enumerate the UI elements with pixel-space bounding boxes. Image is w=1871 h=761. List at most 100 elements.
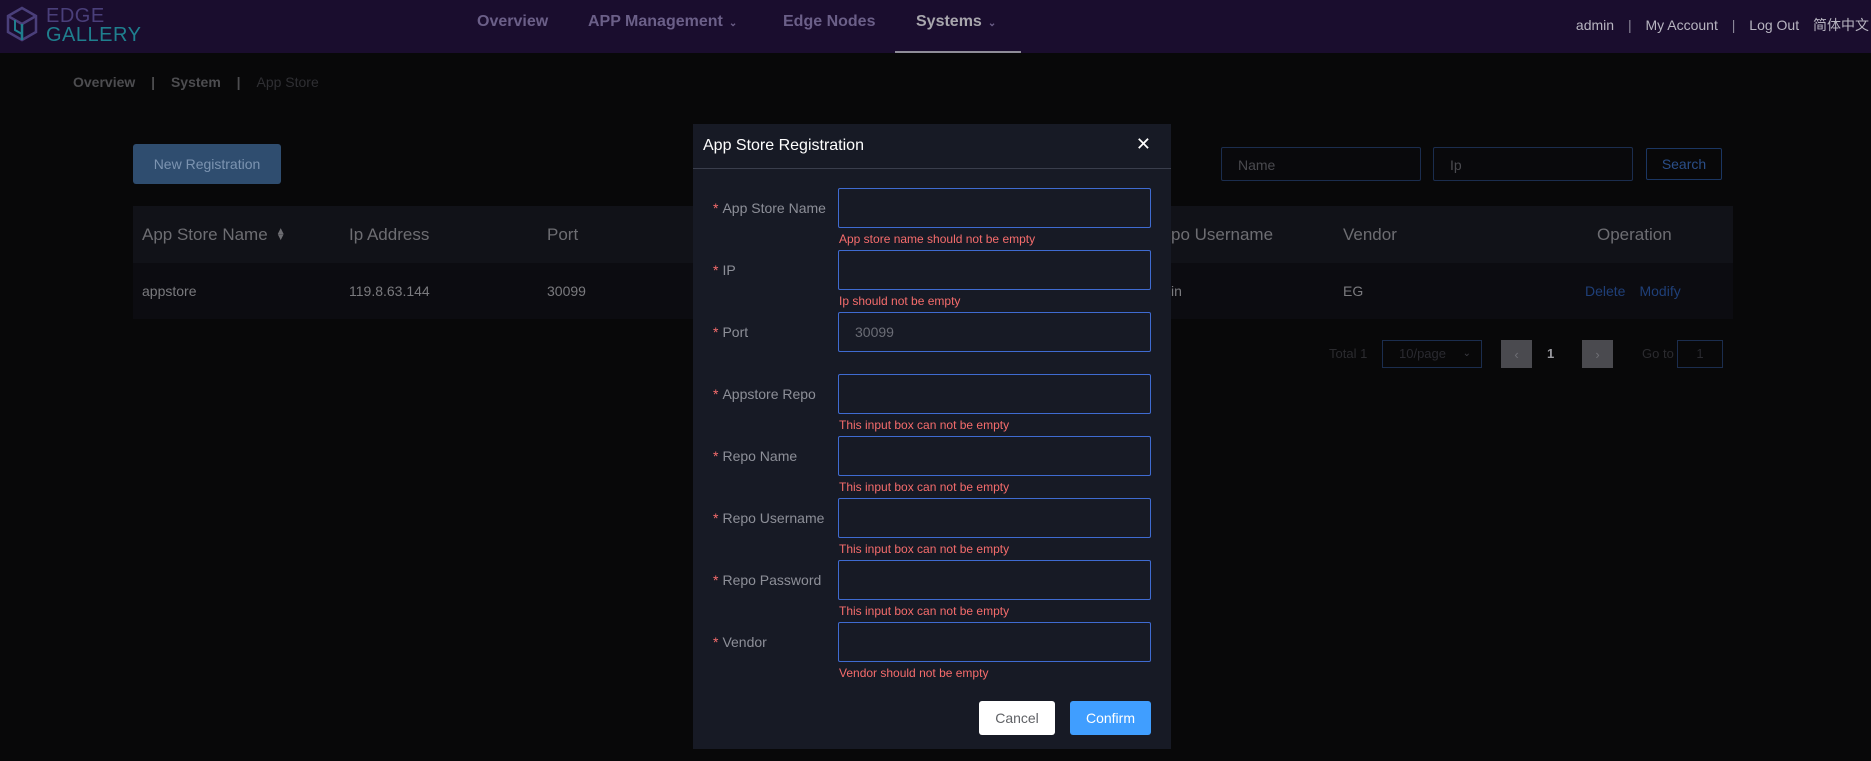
required-marker: *	[713, 634, 719, 650]
cell-vendor: EG	[1343, 283, 1364, 299]
delete-link[interactable]: Delete	[1585, 283, 1625, 299]
repo-name-label: * Repo Name	[713, 448, 797, 464]
vendor-label: * Vendor	[713, 634, 767, 650]
field-label-text: IP	[722, 262, 736, 278]
column-header-port: Port	[547, 224, 579, 244]
breadcrumb-overview[interactable]: Overview	[73, 74, 135, 90]
prev-page-button[interactable]: ‹	[1501, 340, 1532, 368]
required-marker: *	[713, 572, 719, 588]
breadcrumb-system[interactable]: System	[171, 74, 221, 90]
search-button[interactable]: Search	[1646, 148, 1722, 180]
dialog-header: App Store Registration ✕	[693, 124, 1171, 169]
language-switch[interactable]: 简体中文	[1813, 0, 1869, 50]
column-header-repo-username: po Username	[1171, 224, 1274, 244]
nav-app-management[interactable]: APP Management ⌄	[588, 0, 737, 53]
goto-page-input[interactable]: 1	[1677, 340, 1723, 368]
column-header-app-store-name[interactable]: App Store Name ▲ ▼	[142, 206, 286, 263]
repo-username-label: * Repo Username	[713, 510, 824, 526]
chevron-left-icon: ‹	[1514, 346, 1519, 362]
repo-username-error: This input box can not be empty	[839, 542, 1010, 556]
app-store-name-label: * App Store Name	[713, 200, 826, 216]
next-page-button[interactable]: ›	[1582, 340, 1613, 368]
nav-overview-label: Overview	[477, 13, 549, 30]
goto-label: Go to	[1642, 346, 1674, 361]
column-header-vendor: Vendor	[1343, 224, 1397, 244]
brand-logo[interactable]: EDGE GALLERY	[6, 4, 141, 46]
page-size-value: 10/page	[1399, 346, 1446, 361]
required-marker: *	[713, 386, 719, 402]
chevron-down-icon: ⌄	[728, 18, 738, 29]
ip-label: * IP	[713, 262, 736, 278]
repo-password-input[interactable]	[838, 560, 1151, 600]
nav-edge-nodes[interactable]: Edge Nodes	[783, 0, 875, 53]
field-label-text: Port	[722, 324, 749, 340]
repo-username-input[interactable]	[838, 498, 1151, 538]
top-navigation-bar: EDGE GALLERY Overview APP Management ⌄ Ed…	[0, 0, 1871, 53]
cell-ip-address: 119.8.63.144	[349, 283, 430, 299]
chevron-down-icon: ⌄	[987, 18, 997, 29]
divider: |	[1731, 17, 1736, 33]
modify-link[interactable]: Modify	[1639, 283, 1680, 299]
vendor-error: Vendor should not be empty	[839, 666, 989, 680]
logout-link[interactable]: Log Out	[1749, 0, 1799, 50]
vendor-input[interactable]	[838, 622, 1151, 662]
confirm-button[interactable]: Confirm	[1070, 701, 1151, 735]
brand-line-2: GALLERY	[46, 24, 142, 46]
required-marker: *	[713, 262, 719, 278]
page-size-select[interactable]: 10/page ⌄	[1382, 340, 1482, 368]
port-label: * Port	[713, 324, 748, 340]
breadcrumb: Overview | System | App Store	[73, 74, 319, 90]
ip-error: Ip should not be empty	[839, 294, 961, 308]
cell-operation: Delete Modify	[1585, 263, 1695, 319]
nav-overview[interactable]: Overview	[477, 0, 548, 53]
nav-systems[interactable]: Systems ⌄	[895, 0, 1021, 53]
new-registration-button[interactable]: New Registration	[133, 144, 281, 184]
search-ip-input[interactable]: Ip	[1433, 147, 1633, 181]
appstore-repo-input[interactable]	[838, 374, 1151, 414]
column-header-operation: Operation	[1597, 224, 1672, 244]
nav-edge-nodes-label: Edge Nodes	[783, 13, 876, 30]
my-account-link[interactable]: My Account	[1645, 0, 1717, 50]
field-label-text: App Store Name	[722, 200, 826, 216]
cell-repo-username: in	[1171, 283, 1182, 299]
close-icon[interactable]: ✕	[1136, 134, 1151, 155]
pagination-total: Total 1	[1329, 346, 1368, 361]
breadcrumb-app-store: App Store	[256, 74, 319, 90]
divider: |	[1627, 17, 1632, 33]
field-label-text: Repo Password	[722, 572, 822, 588]
field-label-text: Repo Username	[722, 510, 825, 526]
user-menu: admin | My Account | Log Out 简体中文	[1576, 0, 1869, 50]
required-marker: *	[713, 200, 719, 216]
app-store-name-error: App store name should not be empty	[839, 232, 1036, 246]
app-store-name-input[interactable]	[838, 188, 1151, 228]
ip-input[interactable]	[838, 250, 1151, 290]
nav-app-management-label: APP Management	[588, 13, 723, 30]
nav-systems-label: Systems	[916, 13, 982, 30]
search-name-input[interactable]: Name	[1221, 147, 1421, 181]
column-title: App Store Name	[142, 224, 268, 244]
username[interactable]: admin	[1576, 0, 1614, 50]
field-label-text: Vendor	[722, 634, 767, 650]
chevron-down-icon: ⌄	[1462, 348, 1471, 359]
repo-password-label: * Repo Password	[713, 572, 821, 588]
repo-password-error: This input box can not be empty	[839, 604, 1010, 618]
required-marker: *	[713, 324, 719, 340]
page-number[interactable]: 1	[1547, 346, 1554, 361]
field-label-text: Repo Name	[722, 448, 798, 464]
breadcrumb-separator: |	[236, 74, 241, 90]
port-input[interactable]: 30099	[838, 312, 1151, 352]
required-marker: *	[713, 510, 719, 526]
chevron-right-icon: ›	[1595, 346, 1600, 362]
app-store-registration-dialog: App Store Registration ✕ * App Store Name…	[693, 124, 1171, 749]
cube-logo-icon	[6, 6, 38, 42]
required-marker: *	[713, 448, 719, 464]
repo-name-input[interactable]	[838, 436, 1151, 476]
repo-name-error: This input box can not be empty	[839, 480, 1010, 494]
appstore-repo-error: This input box can not be empty	[839, 418, 1010, 432]
cancel-button[interactable]: Cancel	[979, 701, 1055, 735]
column-header-ip-address: Ip Address	[349, 224, 430, 244]
sort-icon[interactable]: ▲ ▼	[276, 226, 286, 242]
brand-line-1: EDGE	[46, 5, 105, 27]
cell-port: 30099	[547, 283, 586, 299]
field-label-text: Appstore Repo	[722, 386, 816, 402]
